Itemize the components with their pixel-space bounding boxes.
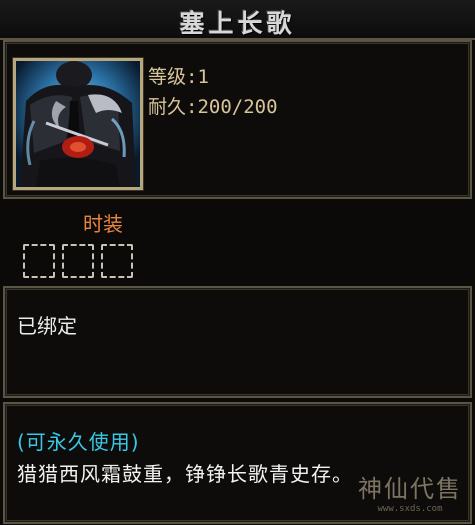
watermark-url: www.sxds.com (377, 504, 443, 514)
fashion-slot[interactable] (101, 244, 133, 278)
item-durability: 耐久:200/200 (148, 96, 278, 118)
fashion-label: 时装 (83, 212, 123, 236)
watermark: 神仙代售 www.sxds.com (358, 469, 462, 514)
usage-note: (可永久使用) (17, 430, 140, 454)
title-bar: 塞上长歌 (0, 0, 475, 40)
item-name: 塞上长歌 (179, 9, 296, 38)
fashion-slot[interactable] (23, 244, 55, 278)
fashion-section: 时装 (3, 202, 468, 282)
item-level: 等级:1 (148, 66, 209, 88)
binding-status: 已绑定 (17, 314, 77, 338)
description-panel: (可永久使用) 猎猎西风霜鼓重，铮铮长歌青史存。 神仙代售 www.sxds.c… (3, 402, 472, 524)
item-icon (13, 58, 143, 190)
binding-panel: 已绑定 (3, 286, 472, 398)
item-info-panel: 等级:1 耐久:200/200 (3, 40, 472, 199)
watermark-logo: 神仙代售 (358, 475, 462, 503)
fashion-slot[interactable] (62, 244, 94, 278)
item-tooltip: 塞上长歌 等级:1 耐久:200/200 时装 已绑定 (可永久使用) 猎猎西风… (0, 0, 475, 525)
character-portrait-icon (16, 61, 140, 187)
flavor-text: 猎猎西风霜鼓重，铮铮长歌青史存。 (17, 462, 353, 486)
